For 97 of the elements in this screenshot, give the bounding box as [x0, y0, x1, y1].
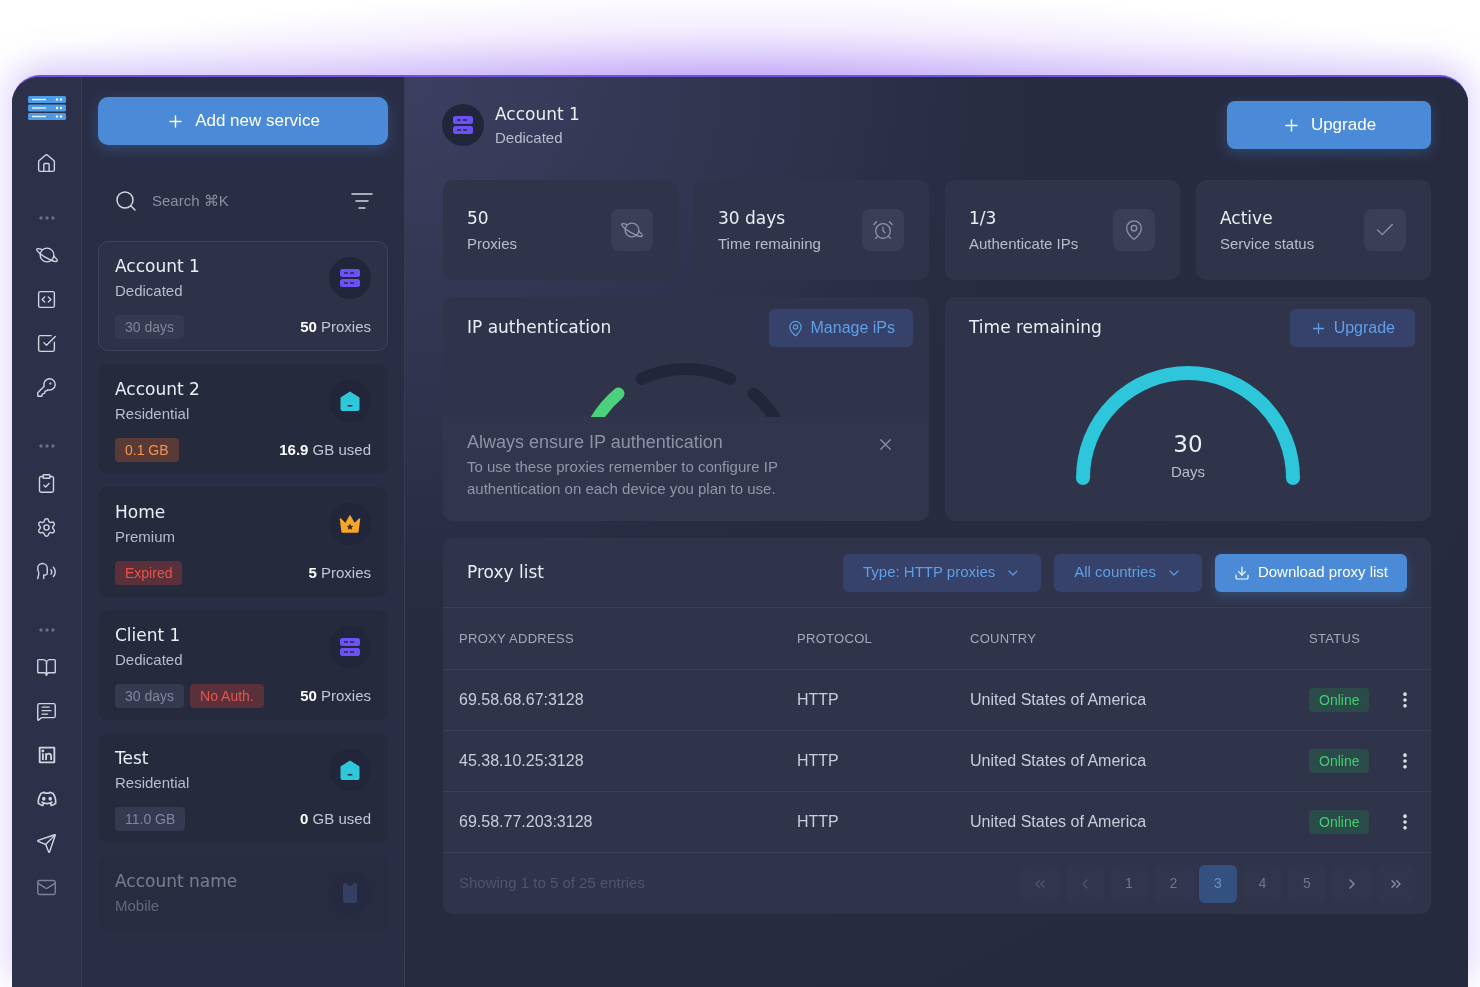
service-card[interactable]: Client 1 Dedicated 30 days No Auth. 50 Proxies [98, 610, 388, 720]
service-plan: Residential [115, 773, 190, 793]
upgrade-button[interactable]: Upgrade [1289, 309, 1415, 347]
stat-label: Service status [1220, 233, 1315, 254]
notice-text: To use these proxies remember to configure IP authentication on each device you plan to use. [467, 457, 779, 499]
card-title: Time remaining [969, 316, 1102, 340]
upgrade-button[interactable]: Upgrade [1227, 101, 1431, 149]
filter-dropdown[interactable]: All countries [1054, 553, 1202, 592]
service-plan: Premium [115, 527, 175, 547]
column-header: PROTOCOL [797, 629, 873, 648]
info-tag: 11.0 GB [115, 807, 186, 831]
service-name: Account 2 [115, 378, 200, 400]
stat-value: 30 days [718, 206, 787, 229]
service-plan: Dedicated [115, 650, 183, 670]
table-cell-text: HTTP [797, 812, 839, 832]
notice-title: Always ensure IP authentication [467, 431, 724, 454]
check-icon [1364, 209, 1406, 251]
book-icon[interactable] [36, 656, 57, 678]
crown-icon [329, 503, 371, 545]
server-icon [442, 104, 484, 146]
service-amount: 50 Proxies [300, 316, 371, 337]
stat-label: Time remaining [718, 233, 821, 254]
card-title: IP authentication [467, 316, 612, 340]
chat-icon[interactable] [36, 700, 57, 722]
service-name: Client 1 [115, 624, 182, 646]
service-plan: Dedicated [115, 281, 184, 301]
account-plan: Dedicated [495, 127, 564, 148]
speaking-person-icon[interactable] [36, 560, 57, 582]
table-cell-text: 69.58.77.203:3128 [459, 812, 593, 832]
server-icon [329, 626, 371, 668]
stat-value: Active [1220, 206, 1274, 229]
stat-label: Proxies [467, 233, 518, 254]
service-plan: Mobile [115, 896, 161, 916]
service-name: Account name [115, 870, 238, 892]
status-tag: Online [1309, 810, 1370, 834]
search-field[interactable]: Search ⌘K [152, 189, 336, 213]
service-amount: 50 Proxies [300, 685, 371, 706]
code-icon[interactable] [36, 288, 57, 310]
table-cell-text: HTTP [797, 751, 839, 771]
table-cell-text: United States of America [970, 690, 1147, 710]
card-title: Proxy list [467, 560, 544, 584]
stat-value: 50 [467, 206, 490, 229]
home-icon[interactable] [36, 152, 57, 174]
service-amount: 16.9 GB used [279, 439, 371, 460]
column-header: STATUS [1309, 629, 1361, 648]
server-icon [329, 257, 371, 299]
info-tag: No Auth. [190, 684, 264, 708]
info-tag: 30 days [115, 315, 185, 339]
info-tag: 0.1 GB [115, 438, 179, 462]
service-plan: Residential [115, 404, 191, 424]
search-icon [114, 189, 138, 213]
stat-value: 1/3 [969, 206, 998, 229]
check-square-icon[interactable] [36, 332, 57, 354]
service-amount: 0 GB used [300, 808, 371, 829]
planet-icon [611, 209, 653, 251]
table-cell-text: 69.58.68.67:3128 [459, 690, 584, 710]
service-card[interactable]: Home Premium Expired 5 Proxies [98, 487, 388, 597]
ellipsis-icon [38, 628, 55, 632]
service-amount: 5 Proxies [308, 562, 371, 583]
stat-label: Authenticate IPs [969, 233, 1079, 254]
gauge-value: 30 [1173, 430, 1203, 458]
service-name: Test [115, 747, 150, 769]
add-service-button[interactable]: Add new service [98, 97, 388, 145]
send-icon[interactable] [36, 832, 57, 854]
download-button[interactable]: Download proxy list [1214, 553, 1407, 592]
service-name: Account 1 [115, 255, 200, 277]
table-cell-text: United States of America [970, 751, 1147, 771]
ellipsis-icon [38, 444, 55, 448]
settings-icon[interactable] [36, 516, 57, 538]
pin-icon [786, 319, 804, 337]
info-tag: Expired [115, 561, 183, 585]
download-icon [1233, 564, 1250, 581]
table-cell-text: 45.38.10.25:3128 [459, 751, 584, 771]
status-tag: Online [1309, 688, 1370, 712]
clipboard-check-icon[interactable] [36, 472, 57, 494]
manage-ips-button[interactable]: Manage iPs [768, 309, 913, 347]
gauge-unit: Days [1170, 462, 1206, 482]
column-header: COUNTRY [970, 629, 1037, 648]
house-icon [329, 380, 371, 422]
table-cell-text: United States of America [970, 812, 1147, 832]
logo-icon[interactable] [27, 96, 66, 120]
house-icon [329, 749, 371, 791]
map-pin-icon [1113, 209, 1155, 251]
account-title: Account 1 [495, 102, 580, 125]
status-tag: Online [1309, 749, 1370, 773]
ellipsis-icon [38, 216, 55, 220]
service-card[interactable]: Account 2 Residential 0.1 GB 16.9 GB used [98, 364, 388, 474]
filter-dropdown[interactable]: Type: HTTP proxies [842, 553, 1042, 592]
service-card[interactable]: Account 1 Dedicated 30 days 50 Proxies [98, 241, 388, 351]
alarm-clock-icon [862, 209, 904, 251]
table-cell-text: HTTP [797, 690, 839, 710]
key-icon[interactable] [36, 376, 57, 398]
info-tag: 30 days [115, 684, 185, 708]
service-name: Home [115, 501, 167, 523]
page-button[interactable]: 3 [1199, 864, 1237, 903]
service-card[interactable]: Test Residential 11.0 GB 0 GB used [98, 733, 388, 843]
column-header: PROXY ADDRESS [459, 629, 574, 648]
